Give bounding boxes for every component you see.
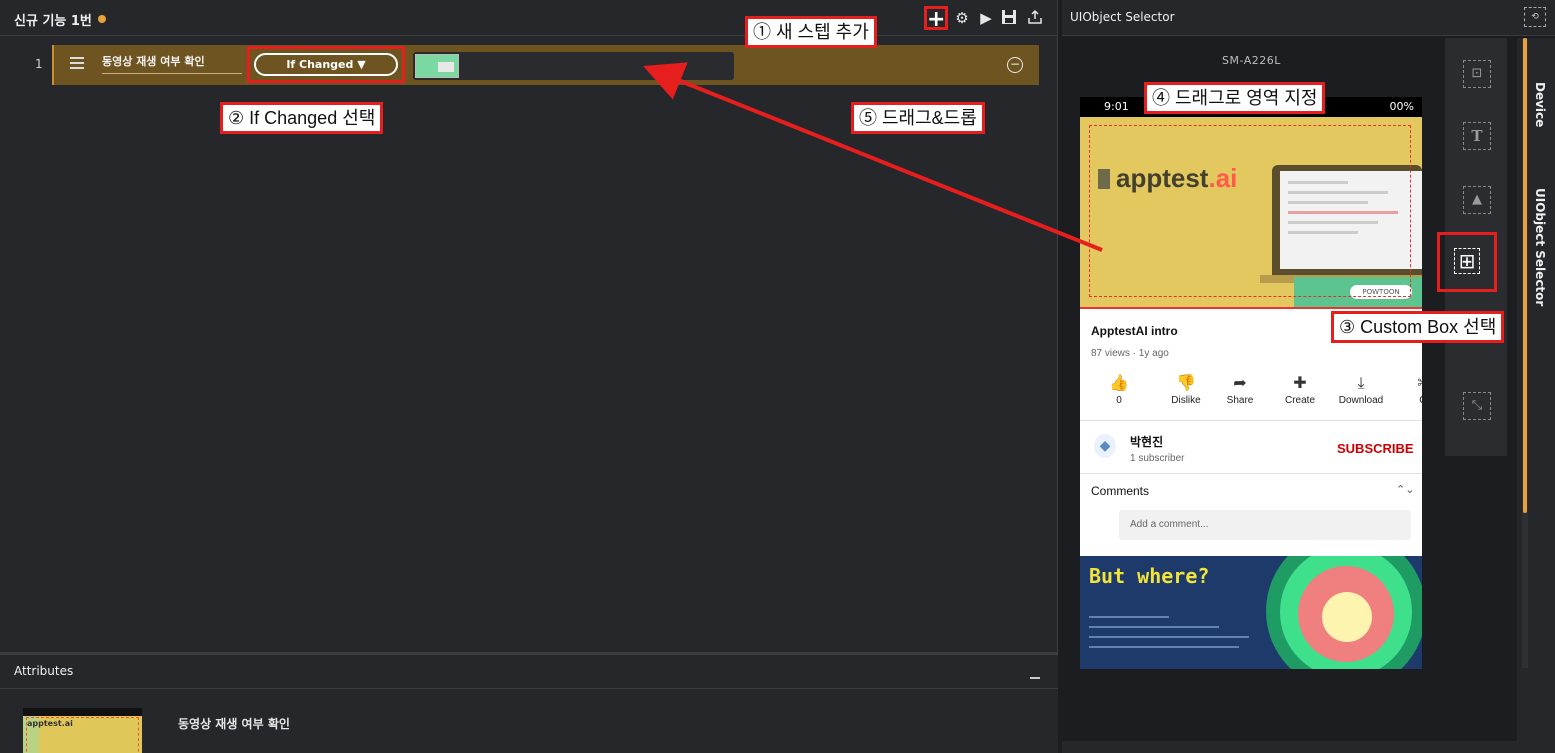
custom-box-highlight: ⊞ (1437, 232, 1497, 292)
next-video-thumbnail[interactable]: But where? (1080, 556, 1422, 669)
selector-tool-strip: ⊡ T ▲ ⊞ ⤡ (1437, 38, 1507, 456)
video-title: ApptestAI intro (1091, 324, 1178, 338)
share-label: Share (1226, 395, 1254, 406)
create-icon: ✚ (1293, 375, 1307, 392)
target-thumbnail (415, 54, 459, 78)
tab-device[interactable]: Device (1533, 82, 1547, 127)
callout-if-changed: ② If Changed 선택 (220, 102, 384, 134)
like-button[interactable]: 👍 0 (1091, 373, 1147, 406)
selector-title: UIObject Selector (1070, 10, 1175, 24)
comment-input[interactable]: Add a comment... (1119, 510, 1411, 540)
floppy-disk-icon (1002, 10, 1016, 24)
dislike-button[interactable]: 👎 Dislike (1158, 373, 1214, 406)
side-tabs: Device UIObject Selector (1517, 38, 1555, 753)
scenario-tab-title[interactable]: 신규 기능 1번 (14, 10, 92, 29)
step-editor-panel: 신규 기능 1번 + ⚙ ▶ 1 동영상 재생 여부 확인 If Changed… (0, 0, 1058, 652)
crop-select-icon[interactable]: ⤡ (1463, 392, 1491, 420)
callout-add-step: ① 새 스텝 추가 (745, 16, 877, 48)
upload-icon (1028, 9, 1042, 24)
create-button[interactable]: ✚ Create (1272, 373, 1328, 406)
scrollbar-thumb[interactable] (1523, 38, 1527, 513)
attributes-header: Attributes (0, 655, 1058, 689)
attribute-step-name: 동영상 재생 여부 확인 (178, 717, 290, 731)
callout-drag-drop: ⑤ 드래그&드롭 (851, 102, 985, 134)
callout-drag-region: ④ 드래그로 영역 지정 (1144, 82, 1326, 114)
remove-step-icon[interactable]: − (1007, 57, 1023, 73)
device-name: SM-A226L (1222, 54, 1281, 67)
tab-uiobject-selector[interactable]: UIObject Selector (1533, 188, 1547, 306)
video-views: 87 views · 1y ago (1091, 348, 1169, 359)
capture-screen-icon[interactable]: ⟲ (1524, 7, 1546, 27)
divider (1080, 473, 1422, 474)
channel-avatar[interactable]: ◆ (1094, 434, 1116, 458)
attributes-title: Attributes (14, 664, 74, 678)
video-player[interactable]: apptest.ai POWTOON (1080, 117, 1422, 307)
custom-box-icon[interactable]: ⊞ (1454, 248, 1480, 274)
drag-handle-icon[interactable] (70, 57, 84, 71)
attribute-thumbnail: apptest.ai (23, 708, 142, 753)
step-body[interactable]: 동영상 재생 여부 확인 If Changed ▼ − (52, 45, 1039, 85)
callout-custom-box: ③ Custom Box 선택 (1331, 311, 1505, 343)
like-count: 0 (1116, 395, 1122, 406)
target-drop-field[interactable] (413, 52, 734, 80)
next-video-title: But where? (1089, 564, 1210, 588)
clip-label: Cl (1396, 395, 1422, 406)
subscribe-button[interactable]: SUBSCRIBE (1337, 441, 1414, 456)
step-index: 1 (35, 57, 43, 71)
condition-dropdown[interactable]: If Changed ▼ (254, 53, 398, 76)
status-clock: 9:01 (1104, 100, 1129, 113)
image-select-icon[interactable]: ▲ (1463, 186, 1491, 214)
export-icon[interactable] (1026, 9, 1044, 27)
scissors-icon: ✂ (1396, 373, 1422, 395)
attributes-panel: Attributes apptest.ai 동영상 재생 여부 확인 (0, 652, 1058, 753)
collapse-icon[interactable] (1030, 677, 1040, 679)
condition-highlight-box: If Changed ▼ (247, 46, 405, 83)
text-select-icon[interactable]: T (1463, 122, 1491, 150)
save-icon[interactable] (1000, 9, 1018, 27)
share-icon: ➦ (1233, 375, 1247, 392)
custom-box-region[interactable] (1089, 125, 1411, 297)
step-name-underline (102, 73, 242, 74)
clip-button[interactable]: ✂Cl (1396, 373, 1422, 406)
play-icon[interactable]: ▶ (977, 9, 995, 27)
thumbs-down-icon: 👎 (1176, 375, 1196, 392)
unsaved-indicator (98, 15, 106, 23)
selector-bottom-bar (1062, 741, 1517, 753)
dislike-label: Dislike (1171, 395, 1201, 406)
element-select-icon[interactable]: ⊡ (1463, 60, 1491, 88)
add-step-button[interactable]: + (924, 6, 948, 31)
video-progress-bar[interactable] (1080, 307, 1422, 309)
step-row[interactable]: 1 동영상 재생 여부 확인 If Changed ▼ − (4, 45, 1039, 85)
device-screen[interactable]: 9:01 00% apptest.ai POWTOON ApptestAI in… (1080, 97, 1422, 669)
download-icon: ⤓ (1357, 375, 1365, 392)
thumbs-up-icon: 👍 (1109, 375, 1129, 392)
expand-chevron-icon[interactable]: ⌃⌄ (1396, 483, 1414, 496)
step-name-field[interactable]: 동영상 재생 여부 확인 (102, 53, 205, 69)
channel-subscribers: 1 subscriber (1130, 453, 1185, 464)
comments-label[interactable]: Comments (1091, 484, 1149, 498)
download-label: Download (1338, 395, 1384, 406)
divider (1080, 420, 1422, 421)
share-button[interactable]: ➦ Share (1212, 373, 1268, 406)
selector-header: UIObject Selector ⟲ (1062, 0, 1555, 36)
settings-gear-icon[interactable]: ⚙ (953, 9, 971, 27)
status-battery: 00% (1389, 100, 1414, 113)
create-label: Create (1284, 395, 1315, 406)
channel-name[interactable]: 박현진 (1130, 433, 1163, 450)
download-button[interactable]: ⤓ Download (1333, 373, 1389, 406)
editor-header: 신규 기능 1번 + ⚙ ▶ (0, 0, 1058, 36)
